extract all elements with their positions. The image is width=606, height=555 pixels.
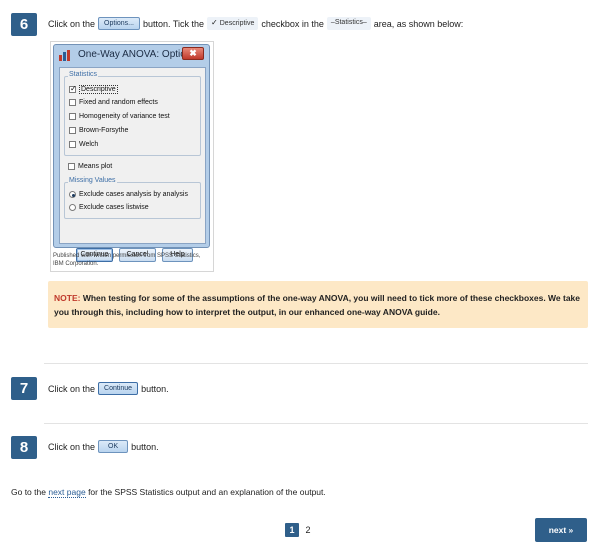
exclude-listwise-label: Exclude cases listwise	[79, 204, 149, 211]
descriptive-checkbox[interactable]	[69, 84, 77, 93]
step-8-badge: 8	[11, 436, 37, 459]
step-6-text-middle2: checkbox in the	[261, 18, 324, 29]
fixed-random-effects-label: Fixed and random effects	[79, 99, 158, 106]
image-caption: Published with written permission from S…	[53, 253, 201, 267]
exclude-listwise-radio[interactable]	[69, 204, 76, 211]
step-8-instruction: Click on the OK button.	[48, 439, 159, 454]
welch-label: Welch	[79, 141, 99, 148]
step-6-text-after: area, as shown below:	[373, 18, 464, 29]
welch-option[interactable]: Welch	[69, 141, 98, 148]
missing-values-group: Missing Values Exclude cases analysis by…	[64, 177, 201, 219]
exclude-analysis-label: Exclude cases analysis by analysis	[79, 191, 188, 198]
pagination: 1 2	[285, 523, 315, 537]
step-6-badge: 6	[11, 13, 37, 36]
options-button-image: Options...	[98, 17, 140, 30]
next-page-link[interactable]: next page	[48, 487, 86, 498]
descriptive-chip-label: Descriptive	[219, 20, 255, 27]
fixed-random-effects-option[interactable]: Fixed and random effects	[69, 99, 158, 106]
next-page-sentence: Go to the next page for the SPSS Statist…	[11, 487, 326, 498]
statistics-group: Statistics Descriptive Fixed and random …	[64, 71, 201, 156]
exclude-listwise-option[interactable]: Exclude cases listwise	[69, 204, 149, 211]
brown-forsythe-option[interactable]: Brown-Forsythe	[69, 127, 128, 134]
brown-forsythe-label: Brown-Forsythe	[79, 127, 129, 134]
dialog-titlebar: One-Way ANOVA: Options ✖	[54, 45, 209, 67]
means-plot-checkbox[interactable]	[68, 163, 75, 170]
step-8-text-after: button.	[131, 441, 159, 452]
divider-8	[44, 423, 588, 424]
check-icon: ✓	[211, 18, 218, 27]
step-7-text-after: button.	[141, 383, 169, 394]
step-8-text-before: Click on the	[48, 441, 96, 452]
welch-checkbox[interactable]	[69, 141, 76, 148]
homogeneity-label: Homogeneity of variance test	[79, 113, 170, 120]
step-7-badge: 7	[11, 377, 37, 400]
footer-text-before: Go to the	[11, 487, 46, 497]
note-label: NOTE:	[54, 293, 81, 303]
missing-values-group-label: Missing Values	[68, 177, 117, 184]
brown-forsythe-checkbox[interactable]	[69, 127, 76, 134]
divider-7	[44, 363, 588, 364]
step-6-text-before: Click on the	[48, 18, 96, 29]
descriptive-label: Descriptive	[79, 85, 118, 94]
note-text: When testing for some of the assumptions…	[54, 293, 581, 317]
descriptive-checkbox-chip: ✓ Descriptive	[207, 17, 259, 30]
step-6-instruction: Click on the Options... button. Tick the…	[48, 16, 463, 31]
exclude-analysis-option[interactable]: Exclude cases analysis by analysis	[69, 191, 188, 198]
anova-options-dialog: One-Way ANOVA: Options ✖ Statistics Desc…	[53, 44, 210, 262]
step-6-text-middle: button. Tick the	[143, 18, 205, 29]
footer-text-after: for the SPSS Statistics output and an ex…	[88, 487, 326, 497]
means-plot-option[interactable]: Means plot	[68, 163, 112, 170]
statistics-group-label: Statistics	[68, 71, 99, 78]
step-7-text-before: Click on the	[48, 383, 96, 394]
next-page-button[interactable]: next »	[535, 518, 587, 542]
continue-button-image: Continue	[98, 382, 139, 395]
means-plot-label: Means plot	[78, 163, 113, 170]
page-2-link[interactable]: 2	[301, 523, 315, 537]
dialog-title: One-Way ANOVA: Options	[78, 49, 197, 60]
ok-button-image: OK	[98, 440, 129, 453]
homogeneity-option[interactable]: Homogeneity of variance test	[69, 113, 170, 120]
note-box: NOTE: When testing for some of the assum…	[48, 281, 588, 328]
dialog-body: Statistics Descriptive Fixed and random …	[59, 67, 206, 262]
page-1-link[interactable]: 1	[285, 523, 299, 537]
close-icon[interactable]: ✖	[182, 47, 204, 60]
homogeneity-checkbox[interactable]	[69, 113, 76, 120]
exclude-analysis-radio[interactable]	[69, 191, 76, 198]
step-7-instruction: Click on the Continue button.	[48, 381, 169, 396]
spss-app-icon	[59, 50, 70, 61]
fixed-random-effects-checkbox[interactable]	[69, 99, 76, 106]
statistics-area-chip: –Statistics–	[326, 17, 371, 30]
descriptive-option[interactable]: Descriptive	[69, 84, 118, 94]
